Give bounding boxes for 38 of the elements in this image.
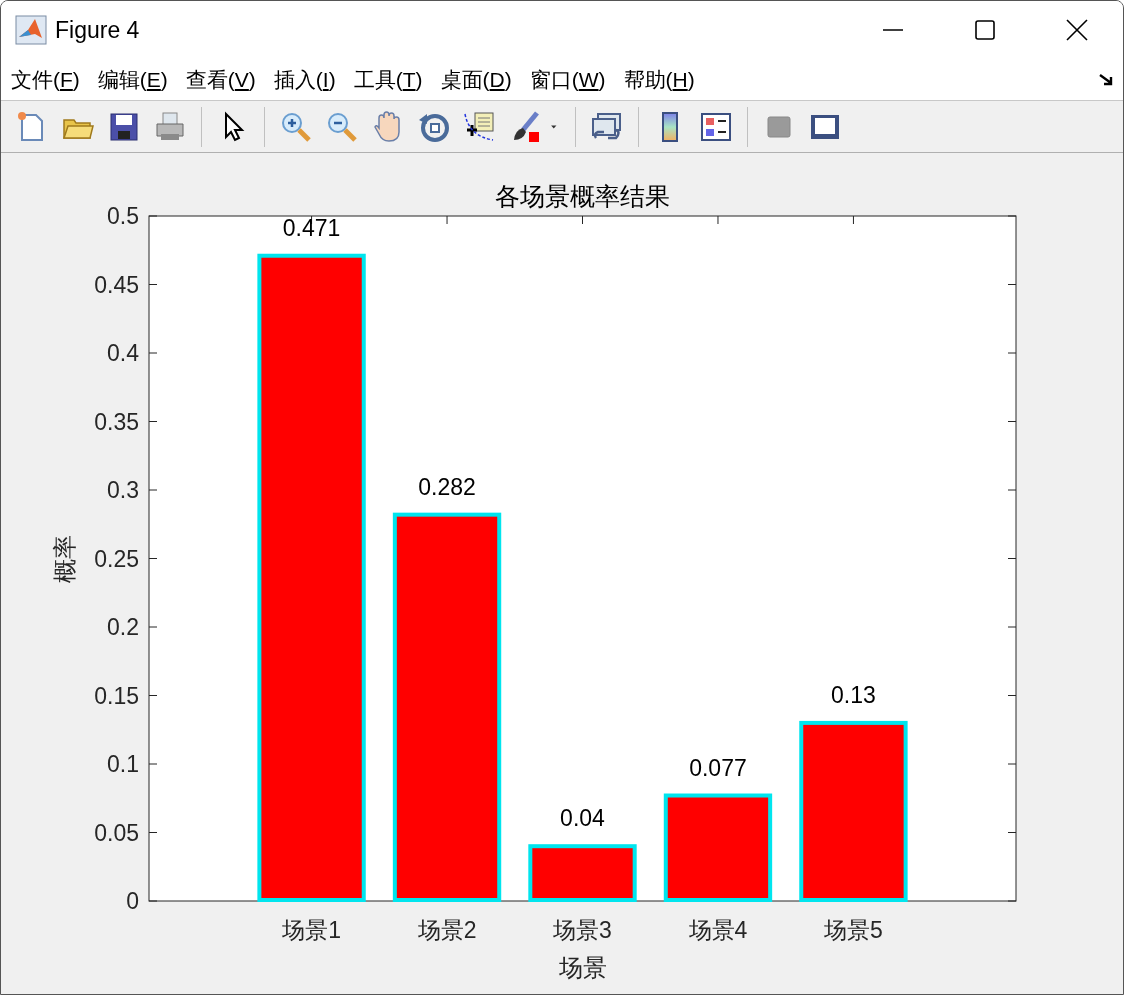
x-tick-label: 场景1 bbox=[282, 917, 341, 943]
y-tick-label: 0.15 bbox=[94, 682, 139, 709]
y-tick-label: 0.3 bbox=[107, 477, 139, 503]
menu-item[interactable]: 窗口(W) bbox=[529, 63, 614, 96]
maximize-icon[interactable] bbox=[974, 19, 996, 41]
x-tick-label: 场景5 bbox=[824, 917, 883, 943]
x-axis-label: 场景 bbox=[558, 954, 607, 981]
value-label: 0.13 bbox=[831, 681, 876, 708]
app-logo-icon bbox=[15, 15, 47, 45]
y-tick-label: 0.4 bbox=[107, 340, 139, 366]
close-icon[interactable] bbox=[1066, 19, 1088, 41]
dock-arrow-icon[interactable] bbox=[1099, 72, 1115, 87]
menu-item[interactable]: 帮助(H) bbox=[623, 63, 703, 96]
y-tick-label: 0.5 bbox=[107, 203, 139, 229]
y-tick-label: 0.35 bbox=[94, 408, 139, 435]
y-tick-label: 0.25 bbox=[94, 545, 139, 572]
y-tick-label: 0.1 bbox=[107, 751, 139, 777]
chart-title: 各场景概率结果 bbox=[495, 182, 670, 210]
x-tick-label: 场景4 bbox=[688, 917, 748, 943]
x-tick-label: 场景2 bbox=[417, 917, 477, 943]
menu-item[interactable]: 查看(V) bbox=[185, 63, 264, 96]
value-label: 0.04 bbox=[560, 805, 605, 832]
menu-item[interactable]: 编辑(E) bbox=[97, 63, 176, 96]
menu-item[interactable]: 桌面(D) bbox=[440, 63, 520, 96]
menu-item[interactable]: 文件(F) bbox=[11, 63, 88, 96]
x-tick-label: 场景3 bbox=[553, 917, 612, 943]
y-tick-label: 0.05 bbox=[94, 819, 139, 846]
y-axis-label: 概率 bbox=[51, 534, 78, 583]
y-tick-label: 0.2 bbox=[107, 614, 139, 640]
value-label: 0.282 bbox=[418, 473, 476, 500]
value-label: 0.077 bbox=[689, 754, 747, 781]
data-cursor-icon[interactable] bbox=[463, 109, 497, 144]
menu-item[interactable]: 工具(T) bbox=[353, 63, 431, 96]
y-tick-label: 0.45 bbox=[94, 271, 139, 298]
y-tick-label: 0 bbox=[126, 888, 139, 914]
menu-item[interactable]: 插入(I) bbox=[273, 63, 344, 96]
window-title: Figure 4 bbox=[55, 15, 140, 45]
value-label: 0.471 bbox=[282, 214, 341, 241]
